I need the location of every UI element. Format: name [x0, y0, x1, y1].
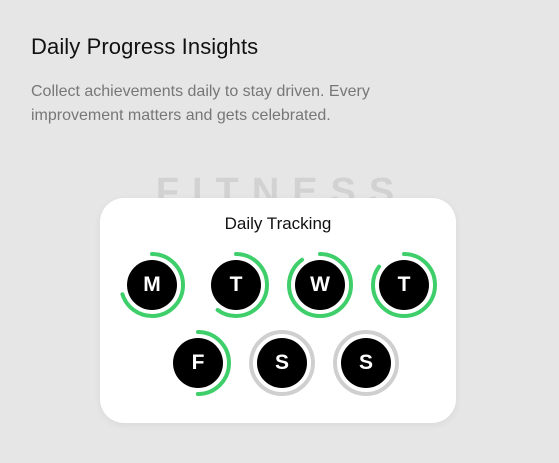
day-item-saturday[interactable]: S [248, 329, 316, 397]
day-letter: T [211, 260, 261, 310]
day-item-sunday[interactable]: S [332, 329, 400, 397]
day-item-friday[interactable]: F [164, 329, 232, 397]
day-letter: W [295, 260, 345, 310]
day-letter: M [127, 260, 177, 310]
day-letter: F [173, 338, 223, 388]
daily-tracking-card: Daily Tracking M T W T F S S [100, 198, 456, 423]
day-item-thursday[interactable]: T [370, 251, 438, 319]
page-description: Collect achievements daily to stay drive… [31, 83, 370, 124]
day-item-tuesday[interactable]: T [202, 251, 270, 319]
day-letter: S [257, 338, 307, 388]
day-letter: S [341, 338, 391, 388]
card-title: Daily Tracking [224, 214, 332, 233]
day-item-monday[interactable]: M [118, 251, 186, 319]
day-item-wednesday[interactable]: W [286, 251, 354, 319]
day-letter: T [379, 260, 429, 310]
page-heading: Daily Progress Insights [31, 34, 259, 59]
